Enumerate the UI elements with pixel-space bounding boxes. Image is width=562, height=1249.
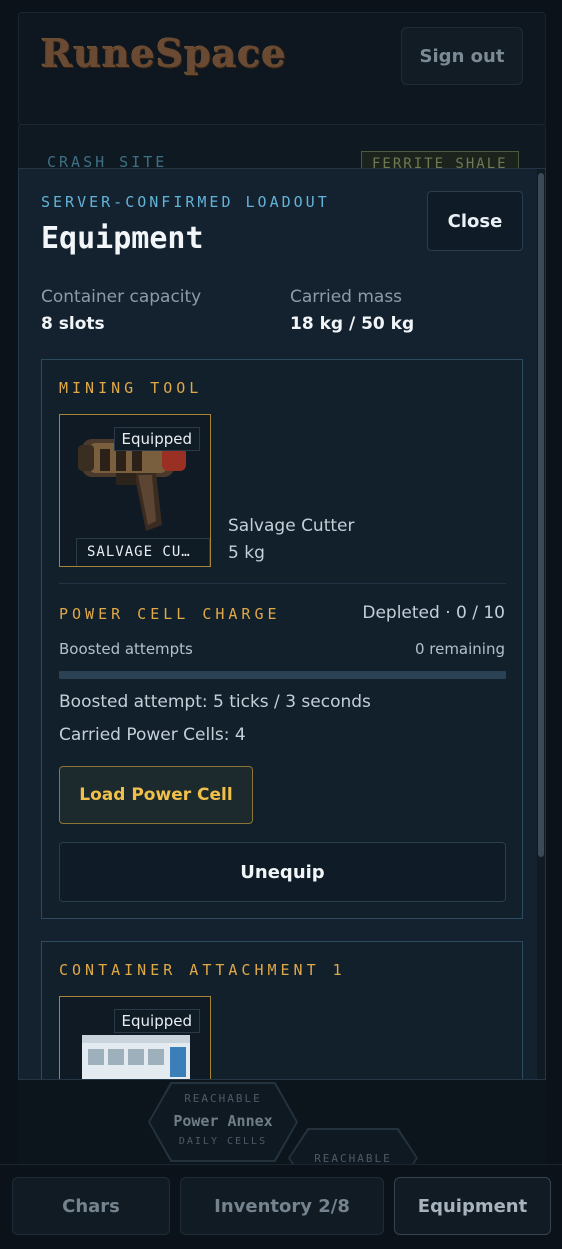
charge-status: Depleted · 0 / 10 [362,603,505,623]
item-short-name: SALVAGE CU… [76,538,210,566]
sign-out-button[interactable]: Sign out [401,27,523,85]
map-strip: REACHABLE Power Annex DAILY CELLS REACHA… [18,1078,546,1188]
container-attachment-title: CONTAINER ATTACHMENT 1 [59,961,346,979]
mass-label: Carried mass [290,287,403,307]
modal-scrollbar[interactable] [537,169,545,1079]
equipment-modal: SERVER-CONFIRMED LOADOUT Equipment Close… [18,168,546,1080]
close-button[interactable]: Close [427,191,523,251]
load-power-cell-button[interactable]: Load Power Cell [59,766,253,824]
mining-tool-title: MINING TOOL [59,379,203,397]
map-node-name: Power Annex [173,1112,273,1130]
charge-progress-bar [59,671,506,679]
mass-value: 18 kg / 50 kg [290,314,415,334]
capacity-label: Container capacity [41,287,202,307]
nav-inventory-button[interactable]: Inventory 2/8 [180,1177,384,1235]
boosted-attempt-info: Boosted attempt: 5 ticks / 3 seconds [59,692,371,712]
modal-scrollbar-thumb[interactable] [538,173,544,857]
map-node-subtitle: DAILY CELLS [178,1136,268,1147]
equipped-badge: Equipped [113,427,200,451]
unequip-button[interactable]: Unequip [59,842,506,902]
modal-title: Equipment [41,221,204,256]
equipped-badge-2: Equipped [113,1009,200,1033]
map-node-status: REACHABLE [184,1092,262,1105]
nav-chars-button[interactable]: Chars [12,1177,170,1235]
boosted-attempts-label: Boosted attempts [59,640,193,658]
boosted-remaining: 0 remaining [414,640,505,658]
container-attachment-tile[interactable]: Equipped [59,996,211,1079]
item-weight: 5 kg [228,543,265,563]
runespace-logo: RuneSpace [41,31,287,76]
container-attachment-slot: CONTAINER ATTACHMENT 1 Equipped [41,941,523,1079]
nav-equipment-button[interactable]: Equipment [394,1177,551,1235]
top-bar: RuneSpace Sign out [18,12,546,126]
mining-tool-slot: MINING TOOL Equipped SALVAGE CU… Salvage… [41,359,523,919]
capacity-value: 8 slots [41,314,105,334]
slot-divider [59,583,506,584]
power-cell-charge-title: POWER CELL CHARGE [59,605,281,623]
item-name: Salvage Cutter [228,516,355,536]
modal-eyebrow: SERVER-CONFIRMED LOADOUT [41,193,330,211]
salvage-cutter-tile[interactable]: Equipped SALVAGE CU… [59,414,211,567]
carried-power-cells: Carried Power Cells: 4 [59,725,246,745]
bottom-nav: Chars Inventory 2/8 Equipment [0,1164,562,1249]
